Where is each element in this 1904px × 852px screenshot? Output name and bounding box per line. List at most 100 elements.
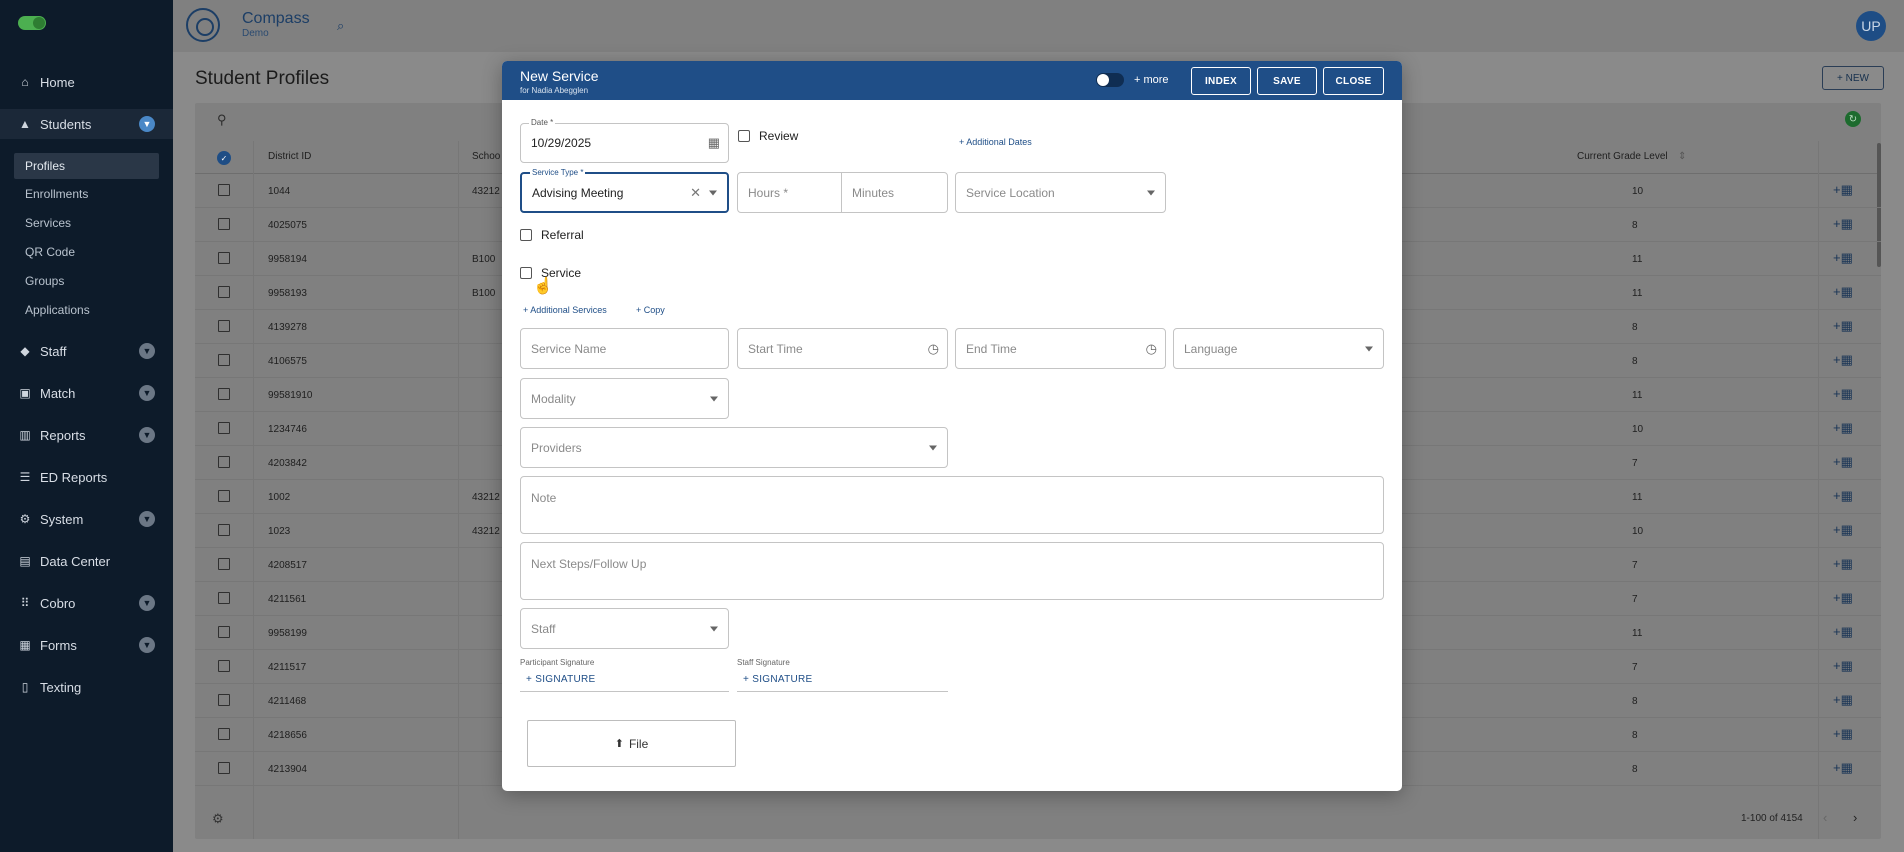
row-checkbox[interactable] [218,728,230,740]
calendar-icon[interactable]: ▦ [708,135,720,151]
clock-icon[interactable]: ◷ [1146,341,1157,357]
sidebar-sub-services[interactable]: Services [14,210,159,236]
settings-gear-icon[interactable]: ⚙ [212,811,224,827]
end-time-input[interactable]: End Time ◷ [955,328,1166,369]
row-checkbox[interactable] [218,626,230,638]
prev-page-icon[interactable]: ‹ [1823,810,1827,825]
more-label[interactable]: + more [1134,74,1169,86]
add-service-calendar-icon[interactable]: +▦ [1833,182,1853,198]
add-service-calendar-icon[interactable]: +▦ [1833,250,1853,266]
service-name-input[interactable]: Service Name [520,328,729,369]
add-service-calendar-icon[interactable]: +▦ [1833,522,1853,538]
index-button[interactable]: INDEX [1191,67,1251,95]
row-checkbox[interactable] [218,660,230,672]
service-type-field[interactable]: Service Type * Advising Meeting ✕ [520,168,729,213]
save-button[interactable]: SAVE [1257,67,1317,95]
service-location-select[interactable]: Service Location [955,172,1166,213]
file-upload-button[interactable]: ⬆ File [527,720,736,767]
sort-icon[interactable]: ⇕ [1678,151,1686,162]
add-service-calendar-icon[interactable]: +▦ [1833,658,1853,674]
chevron-down-icon[interactable]: ▼ [139,116,155,132]
add-service-calendar-icon[interactable]: +▦ [1833,386,1853,402]
close-button[interactable]: CLOSE [1323,67,1384,95]
row-checkbox[interactable] [218,184,230,196]
add-service-calendar-icon[interactable]: +▦ [1833,352,1853,368]
sidebar-sub-profiles[interactable]: Profiles [14,153,159,179]
row-checkbox[interactable] [218,354,230,366]
additional-services-link[interactable]: + Additional Services [523,305,607,315]
chevron-down-icon[interactable]: ▼ [139,637,155,653]
add-service-calendar-icon[interactable]: +▦ [1833,216,1853,232]
row-checkbox[interactable] [218,694,230,706]
new-button[interactable]: + NEW [1822,66,1884,90]
sidebar-item-texting[interactable]: ▯ Texting [0,672,173,702]
chevron-down-icon[interactable]: ▼ [139,511,155,527]
hours-input[interactable]: Hours * [737,172,842,213]
avatar[interactable]: UP [1856,11,1886,41]
minutes-input[interactable]: Minutes [841,172,948,213]
row-checkbox[interactable] [218,422,230,434]
column-current-grade-level[interactable]: Current Grade Level [1577,151,1668,162]
row-checkbox[interactable] [218,558,230,570]
row-checkbox[interactable] [218,388,230,400]
row-checkbox[interactable] [218,762,230,774]
column-school[interactable]: Schoo [472,151,500,162]
add-service-calendar-icon[interactable]: +▦ [1833,692,1853,708]
checkbox-box[interactable] [520,267,532,279]
add-service-calendar-icon[interactable]: +▦ [1833,284,1853,300]
row-checkbox[interactable] [218,456,230,468]
sidebar-item-students[interactable]: ▲ Students ▼ [0,109,173,139]
row-checkbox[interactable] [218,320,230,332]
checkbox-box[interactable] [738,130,750,142]
add-service-calendar-icon[interactable]: +▦ [1833,488,1853,504]
theme-toggle[interactable] [18,16,46,30]
row-checkbox[interactable] [218,218,230,230]
sidebar-sub-enrollments[interactable]: Enrollments [14,181,159,207]
add-service-calendar-icon[interactable]: +▦ [1833,556,1853,572]
add-service-calendar-icon[interactable]: +▦ [1833,454,1853,470]
sidebar-item-forms[interactable]: ▦ Forms ▼ [0,630,173,660]
add-service-calendar-icon[interactable]: +▦ [1833,590,1853,606]
sidebar-sub-groups[interactable]: Groups [14,268,159,294]
search-icon[interactable]: ⚲ [217,112,227,128]
sidebar-item-data-center[interactable]: ▤ Data Center [0,546,173,576]
dropdown-caret-icon[interactable] [709,190,717,195]
add-service-calendar-icon[interactable]: +▦ [1833,726,1853,742]
dropdown-caret-icon[interactable] [929,445,937,450]
language-select[interactable]: Language [1173,328,1384,369]
start-time-input[interactable]: Start Time ◷ [737,328,948,369]
row-checkbox[interactable] [218,524,230,536]
modality-select[interactable]: Modality [520,378,729,419]
select-all-checkbox[interactable]: ✓ [217,151,231,165]
add-service-calendar-icon[interactable]: +▦ [1833,760,1853,776]
note-textarea[interactable]: Note [520,476,1384,534]
sidebar-item-match[interactable]: ▣ Match ▼ [0,378,173,408]
add-service-calendar-icon[interactable]: +▦ [1833,624,1853,640]
chevron-down-icon[interactable]: ▼ [139,595,155,611]
date-field[interactable]: Date * 10/29/2025 ▦ [520,118,729,163]
clock-icon[interactable]: ◷ [928,341,939,357]
refresh-icon[interactable]: ↻ [1845,111,1861,127]
chevron-down-icon[interactable]: ▼ [139,385,155,401]
next-page-icon[interactable]: › [1853,810,1857,825]
chevron-down-icon[interactable]: ▼ [139,427,155,443]
sidebar-item-home[interactable]: ⌂ Home [0,67,173,97]
providers-select[interactable]: Providers [520,427,948,468]
staff-select[interactable]: Staff [520,608,729,649]
chevron-down-icon[interactable]: ▼ [139,343,155,359]
search-menu-icon[interactable]: ⌕ [337,18,344,34]
sidebar-sub-applications[interactable]: Applications [14,297,159,323]
dropdown-caret-icon[interactable] [1365,346,1373,351]
add-service-calendar-icon[interactable]: +▦ [1833,420,1853,436]
copy-link[interactable]: + Copy [636,305,665,315]
sidebar-sub-qr-code[interactable]: QR Code [14,239,159,265]
row-checkbox[interactable] [218,592,230,604]
add-service-calendar-icon[interactable]: +▦ [1833,318,1853,334]
review-checkbox[interactable]: Review [738,129,798,143]
sidebar-item-cobro[interactable]: ⠿ Cobro ▼ [0,588,173,618]
more-toggle[interactable] [1096,73,1124,87]
row-checkbox[interactable] [218,490,230,502]
dropdown-caret-icon[interactable] [1147,190,1155,195]
row-checkbox[interactable] [218,252,230,264]
sidebar-item-staff[interactable]: ◆ Staff ▼ [0,336,173,366]
